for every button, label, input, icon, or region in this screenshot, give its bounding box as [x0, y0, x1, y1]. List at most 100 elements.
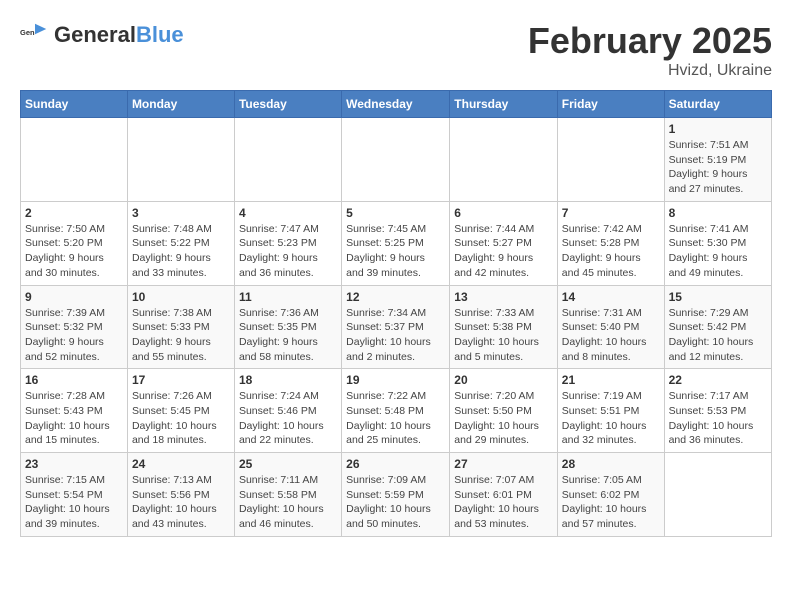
title-block: February 2025 Hvizd, Ukraine	[528, 20, 772, 80]
calendar-cell: 18 Sunrise: 7:24 AM Sunset: 5:46 PM Dayli…	[234, 369, 341, 453]
day-number: 7	[562, 206, 660, 220]
day-number: 4	[239, 206, 337, 220]
calendar-week-row: 2 Sunrise: 7:50 AM Sunset: 5:20 PM Daylig…	[21, 201, 772, 285]
day-info: Sunrise: 7:42 AM Sunset: 5:28 PM Dayligh…	[562, 222, 660, 281]
day-number: 12	[346, 290, 445, 304]
day-info: Sunrise: 7:07 AM Sunset: 6:01 PM Dayligh…	[454, 473, 553, 532]
weekday-header-row: SundayMondayTuesdayWednesdayThursdayFrid…	[21, 91, 772, 118]
day-number: 9	[25, 290, 123, 304]
day-info: Sunrise: 7:31 AM Sunset: 5:40 PM Dayligh…	[562, 306, 660, 365]
day-info: Sunrise: 7:20 AM Sunset: 5:50 PM Dayligh…	[454, 389, 553, 448]
day-number: 1	[669, 122, 767, 136]
weekday-header-wednesday: Wednesday	[342, 91, 450, 118]
day-info: Sunrise: 7:48 AM Sunset: 5:22 PM Dayligh…	[132, 222, 230, 281]
day-info: Sunrise: 7:33 AM Sunset: 5:38 PM Dayligh…	[454, 306, 553, 365]
day-info: Sunrise: 7:13 AM Sunset: 5:56 PM Dayligh…	[132, 473, 230, 532]
calendar-cell: 19 Sunrise: 7:22 AM Sunset: 5:48 PM Dayli…	[342, 369, 450, 453]
calendar-cell	[557, 118, 664, 202]
page-header: Gen General Blue February 2025 Hvizd, Uk…	[20, 20, 772, 80]
calendar-title: February 2025	[528, 20, 772, 62]
calendar-week-row: 1 Sunrise: 7:51 AM Sunset: 5:19 PM Daylig…	[21, 118, 772, 202]
day-info: Sunrise: 7:19 AM Sunset: 5:51 PM Dayligh…	[562, 389, 660, 448]
day-info: Sunrise: 7:09 AM Sunset: 5:59 PM Dayligh…	[346, 473, 445, 532]
calendar-cell: 11 Sunrise: 7:36 AM Sunset: 5:35 PM Dayli…	[234, 285, 341, 369]
calendar-cell	[450, 118, 558, 202]
calendar-subtitle: Hvizd, Ukraine	[528, 62, 772, 80]
calendar-cell: 17 Sunrise: 7:26 AM Sunset: 5:45 PM Dayli…	[127, 369, 234, 453]
calendar-cell	[664, 453, 771, 537]
day-number: 28	[562, 457, 660, 471]
day-info: Sunrise: 7:24 AM Sunset: 5:46 PM Dayligh…	[239, 389, 337, 448]
day-number: 17	[132, 373, 230, 387]
weekday-header-monday: Monday	[127, 91, 234, 118]
day-info: Sunrise: 7:39 AM Sunset: 5:32 PM Dayligh…	[25, 306, 123, 365]
logo-text-general: General	[54, 22, 136, 48]
day-number: 19	[346, 373, 445, 387]
calendar-cell: 2 Sunrise: 7:50 AM Sunset: 5:20 PM Daylig…	[21, 201, 128, 285]
day-info: Sunrise: 7:51 AM Sunset: 5:19 PM Dayligh…	[669, 138, 767, 197]
day-number: 20	[454, 373, 553, 387]
day-info: Sunrise: 7:28 AM Sunset: 5:43 PM Dayligh…	[25, 389, 123, 448]
day-number: 16	[25, 373, 123, 387]
day-number: 2	[25, 206, 123, 220]
day-info: Sunrise: 7:34 AM Sunset: 5:37 PM Dayligh…	[346, 306, 445, 365]
calendar-cell: 1 Sunrise: 7:51 AM Sunset: 5:19 PM Daylig…	[664, 118, 771, 202]
day-number: 24	[132, 457, 230, 471]
day-info: Sunrise: 7:11 AM Sunset: 5:58 PM Dayligh…	[239, 473, 337, 532]
calendar-cell: 9 Sunrise: 7:39 AM Sunset: 5:32 PM Daylig…	[21, 285, 128, 369]
day-number: 18	[239, 373, 337, 387]
calendar-cell: 20 Sunrise: 7:20 AM Sunset: 5:50 PM Dayli…	[450, 369, 558, 453]
calendar-cell	[21, 118, 128, 202]
calendar-cell: 4 Sunrise: 7:47 AM Sunset: 5:23 PM Daylig…	[234, 201, 341, 285]
calendar-cell: 27 Sunrise: 7:07 AM Sunset: 6:01 PM Dayli…	[450, 453, 558, 537]
day-number: 11	[239, 290, 337, 304]
calendar-cell: 24 Sunrise: 7:13 AM Sunset: 5:56 PM Dayli…	[127, 453, 234, 537]
day-number: 3	[132, 206, 230, 220]
day-number: 10	[132, 290, 230, 304]
day-number: 15	[669, 290, 767, 304]
day-number: 14	[562, 290, 660, 304]
day-number: 22	[669, 373, 767, 387]
calendar-cell: 21Sunrise: 7:19 AM Sunset: 5:51 PM Dayli…	[557, 369, 664, 453]
day-number: 26	[346, 457, 445, 471]
calendar-table: SundayMondayTuesdayWednesdayThursdayFrid…	[20, 90, 772, 537]
day-info: Sunrise: 7:44 AM Sunset: 5:27 PM Dayligh…	[454, 222, 553, 281]
calendar-cell: 14 Sunrise: 7:31 AM Sunset: 5:40 PM Dayli…	[557, 285, 664, 369]
calendar-cell	[234, 118, 341, 202]
calendar-week-row: 23 Sunrise: 7:15 AM Sunset: 5:54 PM Dayli…	[21, 453, 772, 537]
logo-text-blue: Blue	[136, 22, 184, 48]
calendar-cell: 3 Sunrise: 7:48 AM Sunset: 5:22 PM Daylig…	[127, 201, 234, 285]
calendar-cell: 28Sunrise: 7:05 AM Sunset: 6:02 PM Dayli…	[557, 453, 664, 537]
calendar-cell: 5 Sunrise: 7:45 AM Sunset: 5:25 PM Daylig…	[342, 201, 450, 285]
calendar-cell: 6Sunrise: 7:44 AM Sunset: 5:27 PM Daylig…	[450, 201, 558, 285]
day-number: 27	[454, 457, 553, 471]
day-info: Sunrise: 7:41 AM Sunset: 5:30 PM Dayligh…	[669, 222, 767, 281]
calendar-cell: 10Sunrise: 7:38 AM Sunset: 5:33 PM Dayli…	[127, 285, 234, 369]
day-info: Sunrise: 7:26 AM Sunset: 5:45 PM Dayligh…	[132, 389, 230, 448]
calendar-cell: 15 Sunrise: 7:29 AM Sunset: 5:42 PM Dayli…	[664, 285, 771, 369]
weekday-header-friday: Friday	[557, 91, 664, 118]
day-info: Sunrise: 7:45 AM Sunset: 5:25 PM Dayligh…	[346, 222, 445, 281]
weekday-header-thursday: Thursday	[450, 91, 558, 118]
calendar-cell: 16 Sunrise: 7:28 AM Sunset: 5:43 PM Dayli…	[21, 369, 128, 453]
calendar-cell: 26 Sunrise: 7:09 AM Sunset: 5:59 PM Dayli…	[342, 453, 450, 537]
calendar-cell: 23 Sunrise: 7:15 AM Sunset: 5:54 PM Dayli…	[21, 453, 128, 537]
day-info: Sunrise: 7:22 AM Sunset: 5:48 PM Dayligh…	[346, 389, 445, 448]
weekday-header-sunday: Sunday	[21, 91, 128, 118]
logo-icon: Gen	[20, 20, 50, 50]
day-info: Sunrise: 7:15 AM Sunset: 5:54 PM Dayligh…	[25, 473, 123, 532]
calendar-cell: 8Sunrise: 7:41 AM Sunset: 5:30 PM Daylig…	[664, 201, 771, 285]
day-number: 23	[25, 457, 123, 471]
day-number: 5	[346, 206, 445, 220]
day-info: Sunrise: 7:29 AM Sunset: 5:42 PM Dayligh…	[669, 306, 767, 365]
calendar-week-row: 16 Sunrise: 7:28 AM Sunset: 5:43 PM Dayli…	[21, 369, 772, 453]
calendar-cell: 22Sunrise: 7:17 AM Sunset: 5:53 PM Dayli…	[664, 369, 771, 453]
logo: Gen General Blue	[20, 20, 184, 50]
day-info: Sunrise: 7:36 AM Sunset: 5:35 PM Dayligh…	[239, 306, 337, 365]
day-info: Sunrise: 7:47 AM Sunset: 5:23 PM Dayligh…	[239, 222, 337, 281]
calendar-cell	[127, 118, 234, 202]
calendar-cell: 12 Sunrise: 7:34 AM Sunset: 5:37 PM Dayli…	[342, 285, 450, 369]
day-info: Sunrise: 7:50 AM Sunset: 5:20 PM Dayligh…	[25, 222, 123, 281]
weekday-header-saturday: Saturday	[664, 91, 771, 118]
calendar-cell	[342, 118, 450, 202]
